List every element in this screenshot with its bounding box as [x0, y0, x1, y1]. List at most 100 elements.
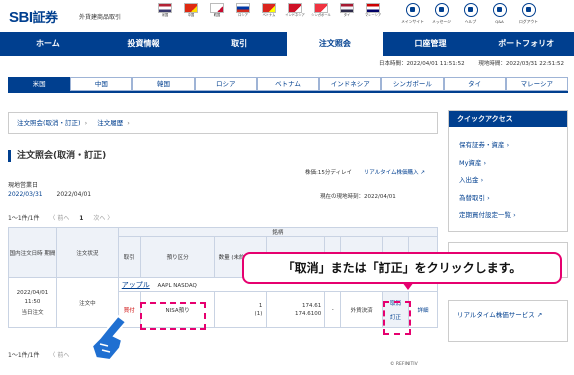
flag-icon: [288, 3, 302, 13]
flag-icon: [262, 3, 276, 13]
country-tab-0[interactable]: 米国: [8, 77, 71, 91]
custody-highlight: [140, 302, 206, 330]
flag-item-6[interactable]: シンガポール: [308, 3, 334, 18]
country-tab-2[interactable]: 韓国: [132, 77, 195, 91]
external-link-icon: ↗: [418, 170, 425, 176]
nav-item-3[interactable]: 注文照会: [287, 32, 383, 56]
quick-link-1[interactable]: My資産 ›: [459, 157, 567, 167]
breadcrumb: 注文照会(取消・訂正) › 注文履歴 ›: [8, 112, 438, 134]
header-brand: 銘柄: [117, 227, 439, 237]
quick-access-panel: クイックアクセス 保有証券・資産 › My資産 › 入出金 › 為替取引 › 定期買付設…: [448, 110, 568, 232]
flag-item-7[interactable]: タイ: [334, 3, 360, 18]
flag-icon: [184, 3, 198, 13]
chevron-right-icon: ›: [84, 119, 88, 127]
flag-icon: [210, 3, 224, 13]
external-link-icon: ↗: [534, 311, 543, 319]
utility-3[interactable]: Q&A: [485, 3, 514, 25]
japan-time: 日本時間：2022/04/01 11:51:52: [378, 61, 465, 67]
cancel-correct-highlight: [383, 301, 411, 335]
flag-item-2[interactable]: 韓国: [204, 3, 230, 18]
country-tab-8[interactable]: マレーシア: [505, 77, 568, 91]
quick-link-0[interactable]: 保有証券・資産 ›: [459, 139, 567, 149]
country-tab-5[interactable]: インドネシア: [319, 77, 382, 91]
flag-icon: [366, 3, 380, 13]
flag-item-5[interactable]: インドネシア: [282, 3, 308, 18]
pager-bottom: 1〜1件/1件 〈 前へ: [8, 350, 69, 359]
flag-label: 中国: [187, 13, 195, 17]
quick-access-title: クイックアクセス: [449, 111, 567, 127]
flag-item-8[interactable]: マレーシア: [360, 3, 386, 18]
flag-item-1[interactable]: 中国: [178, 3, 204, 18]
breadcrumb-order-inquiry[interactable]: 注文照会(取消・訂正): [17, 119, 81, 127]
stock-code: AAPL NASDAQ: [157, 282, 197, 289]
flag-icon: [158, 3, 172, 13]
nav-item-4[interactable]: 口座管理: [383, 32, 479, 56]
instruction-callout: 「取消」または「訂正」をクリックします。: [242, 252, 562, 284]
utility-1[interactable]: メッセージ: [427, 3, 456, 25]
flag-label: 韓国: [213, 13, 221, 17]
utility-4[interactable]: ログアウト: [514, 3, 543, 25]
flag-item-4[interactable]: ベトナム: [256, 3, 282, 18]
pointing-hand-icon: [90, 314, 128, 362]
page-title: 注文照会(取消・訂正): [8, 150, 106, 162]
qa-icon: [492, 3, 507, 17]
quick-link-3[interactable]: 為替取引 ›: [459, 192, 567, 202]
clock-display: 日本時間：2022/04/01 11:51:52 現地時間：2022/03/31…: [367, 59, 564, 67]
nav-item-1[interactable]: 投資情報: [96, 32, 192, 56]
sbi-logo[interactable]: SBI証券: [9, 7, 58, 26]
detail-link[interactable]: 詳細: [408, 291, 438, 328]
header-status: 注文状況: [55, 227, 119, 278]
pager-current: 1: [79, 215, 84, 222]
country-tabs: 米国 中国 韓国 ロシア ベトナム インドネシア シンガポール タイ マレーシア: [8, 77, 568, 93]
flag-label: ロシア: [238, 13, 248, 17]
order-date-cell: 2022/04/01 11:50 当日注文: [8, 277, 57, 328]
flag-label: マレーシア: [364, 13, 382, 17]
flag-item-3[interactable]: ロシア: [230, 3, 256, 18]
utility-label: メッセージ: [432, 19, 451, 24]
refinitiv-credit: © REFINITIV: [390, 362, 418, 367]
flag-icon: [314, 3, 328, 13]
flag-icon: [340, 3, 354, 13]
home-icon: [405, 3, 420, 17]
help-icon: [463, 3, 478, 17]
order-dash: -: [324, 291, 342, 328]
local-date-note: 現在の現地時刻：2022/04/01: [320, 194, 396, 200]
header: SBI証券 外貨建商品取引 米国 中国 韓国 ロシア ベトナム インドネシア シンガポール タ…: [0, 0, 574, 30]
site-subtitle: 外貨建商品取引: [79, 14, 122, 21]
utility-label: Q&A: [495, 19, 504, 24]
pager: 1〜1件/1件 〈 前へ 1 次へ 〉: [8, 213, 113, 222]
utility-label: メインサイト: [401, 19, 424, 24]
country-tab-7[interactable]: タイ: [443, 77, 506, 91]
pager-prev: 〈 前へ: [49, 215, 70, 222]
nav-item-2[interactable]: 取引: [191, 32, 287, 56]
business-day-label: 現地営業日: [8, 182, 39, 189]
quick-link-2[interactable]: 入出金 ›: [459, 174, 567, 184]
business-day-local: 2022/03/31: [8, 191, 43, 198]
business-day-japan: 2022/04/01: [56, 191, 92, 198]
quick-link-4[interactable]: 定期買付設定一覧 ›: [459, 209, 567, 219]
realtime-service-link[interactable]: リアルタイム株価サービス: [457, 311, 535, 319]
pager-next: 次へ 〉: [93, 215, 114, 222]
price-delay-note: 株価:15分ディレイ: [305, 170, 352, 176]
stock-name-link[interactable]: アップル: [122, 281, 150, 289]
pager-bottom-prev: 〈 前へ: [49, 352, 70, 359]
nav-item-5[interactable]: ポートフォリオ: [478, 32, 574, 56]
breadcrumb-order-history[interactable]: 注文履歴: [97, 119, 123, 127]
local-time: 現地時間：2022/03/31 22:51:52: [478, 61, 564, 67]
pager-count: 1〜1件/1件: [8, 215, 40, 222]
realtime-price-link[interactable]: リアルタイム株価購入: [364, 170, 419, 176]
flag-item-0[interactable]: 米国: [152, 3, 178, 18]
realtime-service-box[interactable]: リアルタイム株価サービス ↗: [448, 300, 568, 342]
flag-label: 米国: [161, 13, 169, 17]
chevron-right-icon: ›: [485, 193, 490, 202]
country-tab-4[interactable]: ベトナム: [256, 77, 320, 91]
utility-0[interactable]: メインサイト: [398, 3, 427, 25]
country-tab-6[interactable]: シンガポール: [381, 77, 444, 91]
nav-item-0[interactable]: ホーム: [0, 32, 96, 56]
utility-2[interactable]: ヘルプ: [456, 3, 485, 25]
chevron-right-icon: ›: [127, 119, 130, 127]
country-tab-3[interactable]: ロシア: [194, 77, 257, 91]
country-tab-1[interactable]: 中国: [70, 77, 133, 91]
price-note: 株価:15分ディレイ リアルタイム株価購入 ↗: [305, 168, 425, 176]
order-quantity: 1 (1): [214, 291, 268, 328]
